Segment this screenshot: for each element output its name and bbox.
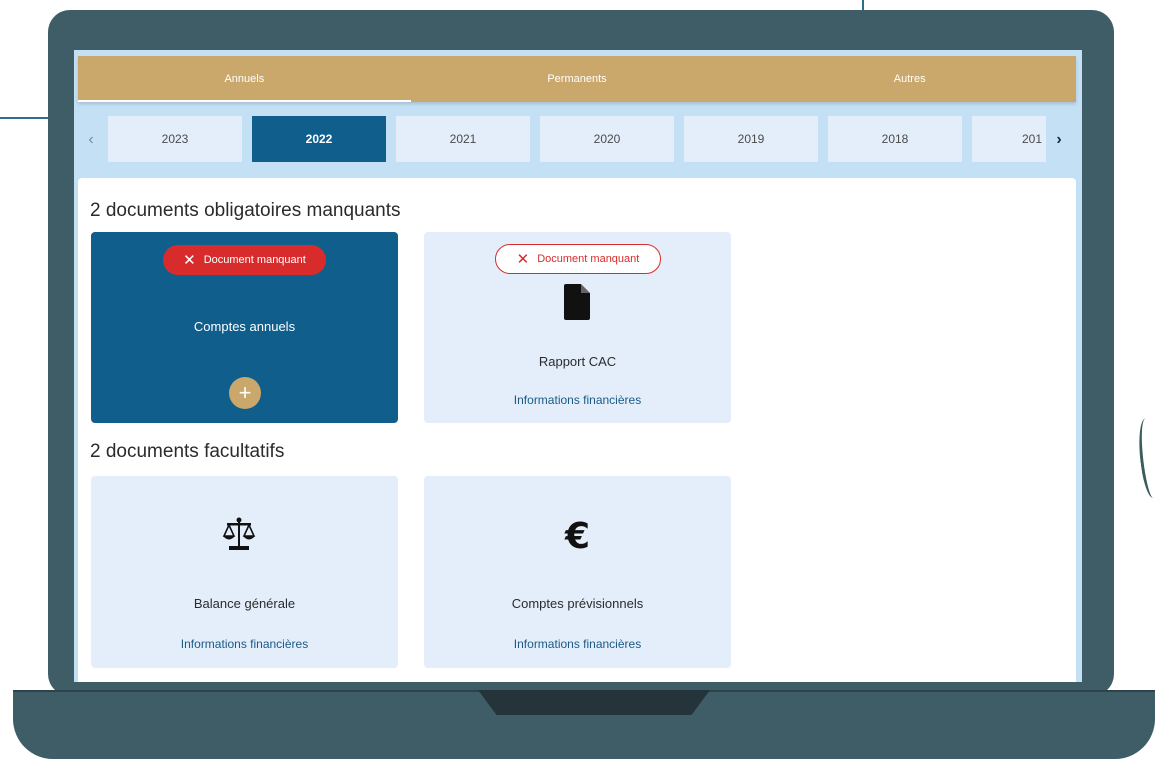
close-icon: ✕ <box>183 251 196 269</box>
decorative-leaf <box>1134 417 1155 499</box>
document-card-comptes-annuels[interactable]: ✕ Document manquant Comptes annuels + <box>91 232 398 423</box>
chevron-left-icon[interactable]: ‹ <box>78 116 104 164</box>
year-2022[interactable]: 2022 <box>252 116 386 162</box>
category-link[interactable]: Informations financières <box>91 637 398 651</box>
year-2021[interactable]: 2021 <box>396 116 530 162</box>
document-card-rapport-cac[interactable]: ✕ Document manquant Rapport CAC Informat… <box>424 232 731 423</box>
scale-icon <box>222 517 256 550</box>
plus-icon[interactable]: + <box>229 377 261 409</box>
laptop-notch <box>478 690 710 715</box>
tab-permanents[interactable]: Permanents <box>411 56 744 102</box>
year-2020[interactable]: 2020 <box>540 116 674 162</box>
category-link[interactable]: Informations financières <box>424 393 731 407</box>
euro-icon: € <box>564 516 591 557</box>
close-icon: ✕ <box>516 250 530 268</box>
tab-bar: Annuels Permanents Autres <box>78 56 1076 102</box>
missing-badge: ✕ Document manquant <box>163 245 326 275</box>
tab-autres[interactable]: Autres <box>743 56 1076 102</box>
year-selector: ‹ 2023 2022 2021 2020 2019 2018 201 › <box>74 116 1082 164</box>
year-2023[interactable]: 2023 <box>108 116 242 162</box>
optional-heading: 2 documents facultatifs <box>90 441 285 462</box>
year-2018[interactable]: 2018 <box>828 116 962 162</box>
tab-annuels[interactable]: Annuels <box>78 56 411 102</box>
card-label: Balance générale <box>193 596 296 611</box>
card-label: Comptes prévisionnels <box>511 596 644 611</box>
card-label: Comptes annuels <box>193 319 296 334</box>
missing-badge: ✕ Document manquant <box>495 244 661 274</box>
year-201[interactable]: 201 <box>972 116 1046 162</box>
mandatory-heading: 2 documents obligatoires manquants <box>90 200 401 221</box>
app-screen: Annuels Permanents Autres ‹ 2023 2022 20… <box>74 50 1082 682</box>
document-card-balance-generale[interactable]: Balance générale Informations financière… <box>91 476 398 668</box>
chevron-right-icon[interactable]: › <box>1046 116 1072 164</box>
documents-panel: 2 documents obligatoires manquants ✕ Doc… <box>78 178 1076 682</box>
decorative-line <box>0 117 52 119</box>
document-card-comptes-previsionnels[interactable]: € Comptes prévisionnels Informations fin… <box>424 476 731 668</box>
year-2019[interactable]: 2019 <box>684 116 818 162</box>
card-label: Rapport CAC <box>538 354 617 369</box>
file-icon <box>564 284 590 320</box>
category-link[interactable]: Informations financières <box>424 637 731 651</box>
